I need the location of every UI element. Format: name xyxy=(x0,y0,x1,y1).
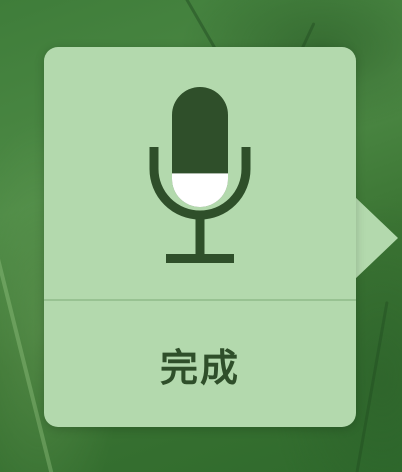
microphone-icon xyxy=(149,87,251,263)
done-button-label: 完成 xyxy=(159,345,240,390)
microphone-area xyxy=(44,47,356,299)
popover-arrow xyxy=(354,196,398,280)
wallpaper-leaf-vein xyxy=(354,301,389,472)
input-level-meter xyxy=(172,173,228,207)
done-button[interactable]: 完成 xyxy=(44,301,356,427)
dictation-popover: 完成 xyxy=(44,47,356,427)
microphone-stem xyxy=(195,217,205,257)
microphone-base xyxy=(166,254,234,263)
